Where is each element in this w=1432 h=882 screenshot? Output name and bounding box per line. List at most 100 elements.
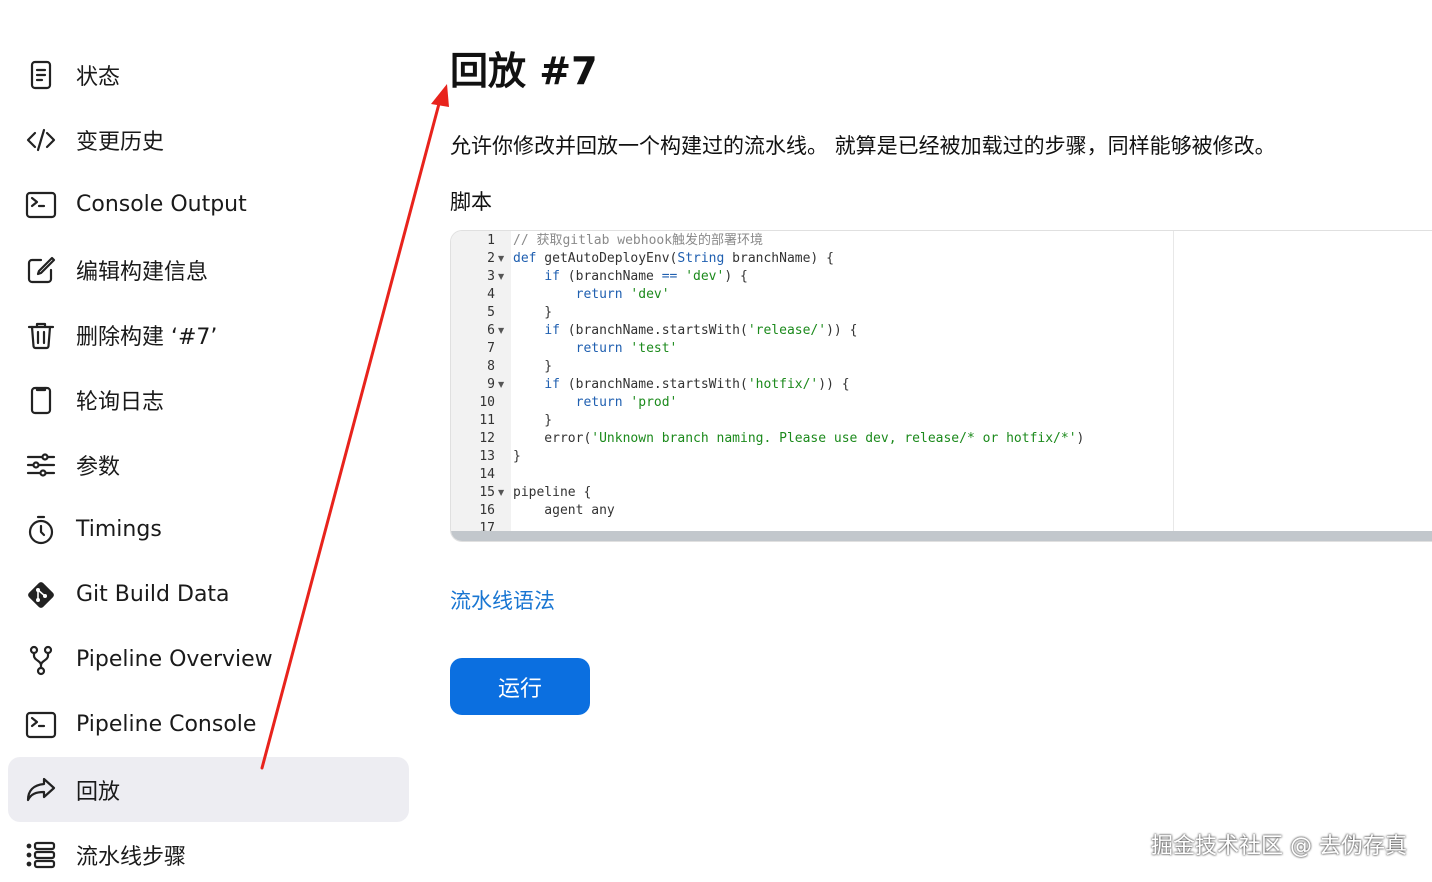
fold-toggle-icon[interactable]: ▼ [498,484,504,502]
code-token: 'hotfix/' [747,377,819,392]
sidebar-item-console-output[interactable]: Console Output [8,172,409,237]
watermark: 掘金技术社区 @ 去伪存真 [1151,834,1407,859]
sidebar-item-edit-build-info[interactable]: 编辑构建信息 [8,237,409,302]
code-line: error('Unknown branch naming. Please use… [513,430,1084,448]
sidebar-item-label: 轮询日志 [76,389,165,415]
sidebar-item-label: 变更历史 [76,129,165,155]
sidebar-item-delete-build[interactable]: 删除构建 ‘#7’ [8,302,409,367]
line-number: 4 [487,287,495,302]
sidebar-item-polling-log[interactable]: 轮询日志 [8,367,409,432]
sidebar-item-status[interactable]: 状态 [8,42,409,107]
code-token: (branchName [559,269,662,284]
code-token: getAutoDeployEnv( [536,251,678,266]
code-token: (branchName.startsWith( [559,323,748,338]
code-line: } [513,304,552,322]
sidebar-item-timings[interactable]: Timings [8,497,409,562]
sidebar-item-pipeline-steps[interactable]: 流水线步骤 [8,822,409,882]
code-token: 'prod' [630,395,678,410]
line-number: 3 [487,269,495,284]
line-number: 2 [487,251,495,266]
code-line: return 'prod' [513,394,678,412]
sidebar: 状态 变更历史 Console Output 编辑构建信息 删除构建 ‘#7’ … [8,42,409,882]
code-token: == [661,269,678,284]
code-token: error( [513,431,592,446]
sidebar-item-changes[interactable]: 变更历史 [8,107,409,172]
sidebar-item-pipeline-console[interactable]: Pipeline Console [8,692,409,757]
line-number: 10 [479,395,495,410]
branch-icon [24,643,58,677]
code-line: def getAutoDeployEnv(String branchName) … [513,250,834,268]
sidebar-item-git-build-data[interactable]: Git Build Data [8,562,409,627]
code-token: String [677,251,725,266]
code-token: } [513,305,553,320]
script-editor[interactable]: 1// 获取gitlab webhook触发的部署环境 2 ▼ def getAuto… [450,230,1432,542]
sidebar-item-parameters[interactable]: 参数 [8,432,409,497]
line-number: 15 [479,485,495,500]
line-number: 7 [487,341,495,356]
line-number: 1 [487,233,495,248]
fold-toggle-icon[interactable]: ▼ [498,268,504,286]
code-token: branchName) { [724,251,834,266]
line-number: 9 [487,377,495,392]
code-token: 'release/' [747,323,827,338]
code-line: return 'dev' [513,286,670,304]
code-token: )) { [818,377,850,392]
code-line: if (branchName == 'dev') { [513,268,748,286]
fold-toggle-icon[interactable]: ▼ [498,250,504,268]
code-token: 'test' [630,341,678,356]
code-token: if [544,269,560,284]
line-number: 16 [479,503,495,518]
sidebar-item-replay[interactable]: 回放 [8,757,409,822]
line-number: 14 [479,467,495,482]
page-title: 回放 #7 [450,49,598,93]
code-token: return [575,395,623,410]
sidebar-item-label: Timings [76,517,162,542]
script-label: 脚本 [450,190,492,214]
code-token: if [544,377,560,392]
editor-print-margin [1173,231,1174,531]
code-token: } [513,413,553,428]
code-line: pipeline { [513,484,591,502]
terminal-icon [24,708,58,742]
code-token: } [513,359,553,374]
code-token: )) { [826,323,858,338]
sidebar-item-label: Pipeline Console [76,712,257,737]
page-description: 允许你修改并回放一个构建过的流水线。 就算是已经被加载过的步骤，同样能够被修改。 [450,134,1276,158]
fold-toggle-icon[interactable]: ▼ [498,376,504,394]
code-line: agent any [513,502,615,520]
run-button[interactable]: 运行 [450,658,590,715]
sidebar-item-label: Pipeline Overview [76,647,273,672]
sidebar-item-pipeline-overview[interactable]: Pipeline Overview [8,627,409,692]
code-line: return 'test' [513,340,678,358]
share-icon [24,773,58,807]
code-line: } [513,448,521,466]
trash-icon [24,318,58,352]
code-token: return [575,341,623,356]
git-icon [24,578,58,612]
sidebar-item-label: 删除构建 ‘#7’ [76,324,218,350]
editor-horizontal-scrollbar[interactable] [451,531,1432,541]
fold-toggle-icon[interactable]: ▼ [498,322,504,340]
document-icon [24,58,58,92]
code-token: 'Unknown branch naming. Please use dev, … [591,431,1077,446]
pipeline-syntax-link[interactable]: 流水线语法 [450,585,555,615]
line-number: 12 [479,431,495,446]
code-line: } [513,412,552,430]
code-token: def [513,251,537,266]
code-token: (branchName.startsWith( [559,377,748,392]
code-token: agent any [513,503,615,518]
edit-icon [24,253,58,287]
list-icon [24,838,58,872]
sidebar-item-label: Console Output [76,192,247,217]
sidebar-item-label: 回放 [76,779,121,805]
sliders-icon [24,448,58,482]
code-line: } [513,358,552,376]
